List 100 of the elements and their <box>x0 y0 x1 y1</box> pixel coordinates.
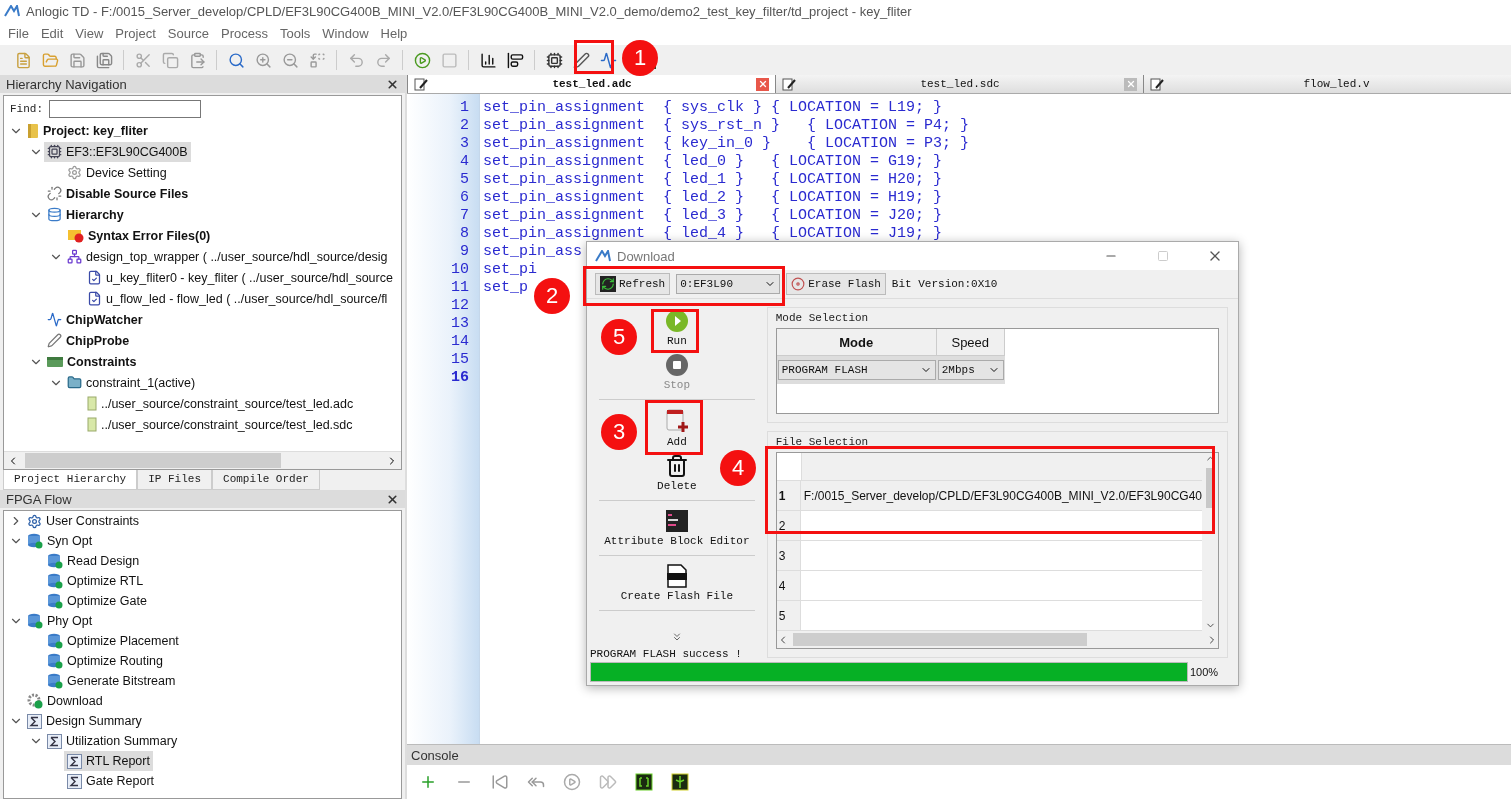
code-line: set_pin_assignment { sys_clk } { LOCATION = L19; } <box>483 99 943 116</box>
mode-select[interactable]: PROGRAM FLASH <box>777 360 936 380</box>
menu-item[interactable]: Process <box>215 24 274 43</box>
plus-icon[interactable] <box>419 773 437 791</box>
editor-icon <box>664 509 689 533</box>
play-icon[interactable] <box>563 773 581 791</box>
line-number: 3 <box>459 135 470 153</box>
hierarchy-icon <box>67 249 82 264</box>
horizontal-scrollbar[interactable] <box>776 631 1218 648</box>
editor-tab[interactable]: flow_led.v <box>1143 75 1511 93</box>
sidebar-action[interactable]: Run <box>664 307 689 349</box>
sidebar-action[interactable]: Add <box>663 406 690 450</box>
tree-item[interactable]: User Constraints <box>24 511 143 531</box>
menu-item[interactable]: File <box>2 24 35 43</box>
edit-file-icon <box>782 77 796 91</box>
line-number: 9 <box>459 243 470 261</box>
sidebar-action[interactable]: Create Flash File <box>620 562 733 604</box>
line-number: 6 <box>459 189 470 207</box>
database-icon <box>47 593 63 609</box>
menu-item[interactable]: Edit <box>34 24 70 43</box>
close-icon[interactable] <box>386 77 399 91</box>
tree-item[interactable]: Optimize RTL <box>44 571 147 591</box>
menu-item[interactable]: Project <box>109 24 162 43</box>
find-field[interactable] <box>49 100 201 118</box>
tree-item[interactable]: Optimize Routing <box>44 651 166 671</box>
menu-item[interactable]: Help <box>374 24 414 43</box>
tree-item[interactable]: ../user_source/constraint_source/test_led.sdc <box>84 414 356 435</box>
tree-item[interactable]: Hierarchy <box>44 204 127 225</box>
tree-item[interactable]: Download <box>24 691 106 711</box>
tree-item[interactable]: Project: key_fliter <box>24 120 151 141</box>
waveform-icon <box>47 312 62 327</box>
row-number: 5 <box>776 601 801 630</box>
database-icon <box>47 673 63 689</box>
tree-item[interactable]: EF3::EF3L90CG400B <box>44 141 191 162</box>
tree-item[interactable]: ../user_source/constraint_source/test_led.adc <box>84 393 357 414</box>
editor-tab[interactable]: test_led.sdc <box>775 75 1143 93</box>
tree-item[interactable]: Gate Report <box>64 771 158 791</box>
refresh-button[interactable]: Refresh <box>595 273 671 295</box>
panel-tab[interactable]: IP Files <box>137 470 213 490</box>
find-label: Find: <box>10 103 43 115</box>
sidebar-action[interactable]: Delete <box>657 452 697 494</box>
skip-back-icon[interactable] <box>491 773 509 791</box>
tree-item[interactable]: Generate Bitstream <box>44 671 179 691</box>
tree-item[interactable]: ChipProbe <box>44 330 133 351</box>
close-icon[interactable] <box>386 492 399 506</box>
highlight-frame <box>645 400 703 455</box>
unlink-icon <box>47 186 62 201</box>
tree-item[interactable]: Disable Source Files <box>44 183 192 204</box>
editor-tab[interactable]: test_led.adc <box>407 75 775 93</box>
tree-item[interactable]: design_top_wrapper ( ../user_source/hdl_source/desig <box>64 246 391 267</box>
play-icon <box>664 309 689 333</box>
code-line: set_pin_assignment { led_2 } { LOCATION = H19; } <box>483 189 943 206</box>
tree-item[interactable]: Optimize Gate <box>44 591 150 611</box>
database-icon <box>27 613 43 629</box>
tree-item[interactable]: Syntax Error Files(0) <box>64 225 214 246</box>
tree-item[interactable]: Design Summary <box>24 711 145 731</box>
tree-item[interactable]: Syn Opt <box>24 531 96 551</box>
panel-tab[interactable]: Project Hierarchy <box>3 470 138 490</box>
gear-icon <box>27 693 43 709</box>
tree-item[interactable]: Read Design <box>44 551 143 571</box>
tree-item[interactable]: u_key_fliter0 - key_fliter ( ../user_source/hdl_source <box>84 267 396 288</box>
table-cell: F:/0015_Server_develop/CPLD/EF3L90CG400B_MINI_V2.0/EF3L90CG40 <box>800 481 1202 510</box>
disc-icon <box>791 277 806 291</box>
sigma-icon <box>67 773 82 789</box>
tree-item[interactable]: Optimize Placement <box>44 631 182 651</box>
tree-item[interactable]: ChipWatcher <box>44 309 146 330</box>
code-line: set_pin_assignment { led_1 } { LOCATION = H20; } <box>483 171 943 188</box>
sidebar-action[interactable]: Attribute Block Editor <box>604 507 750 549</box>
sigma-icon <box>47 733 62 749</box>
tree-item[interactable]: Constraints <box>44 351 140 372</box>
menu-item[interactable]: Source <box>161 24 215 43</box>
code-line: set_p <box>483 279 528 296</box>
highlight-frame <box>651 309 699 353</box>
line-number: 15 <box>450 351 470 369</box>
speed-select[interactable]: 2Mbps <box>937 360 1004 380</box>
app-logo-icon <box>4 5 20 17</box>
device-select[interactable]: 0:EF3L90 <box>676 274 781 294</box>
database-icon <box>47 653 63 669</box>
file-icon <box>87 291 102 306</box>
menu-item[interactable]: View <box>69 24 110 43</box>
line-number: 1 <box>459 99 470 117</box>
panel-tab[interactable]: Compile Order <box>212 470 320 490</box>
tree-item[interactable]: Phy Opt <box>24 611 96 631</box>
sigma-icon <box>67 753 82 769</box>
erase-flash-button[interactable]: Erase Flash <box>786 273 886 295</box>
code-line: set_pin_ass <box>483 243 583 260</box>
status-message: PROGRAM FLASH success ! <box>590 648 743 660</box>
tree-item[interactable]: Device Setting <box>64 162 170 183</box>
tree-item[interactable]: u_flow_led - flow_led ( ../user_source/hdl_source/fl <box>84 288 391 309</box>
menu-item[interactable]: Tools <box>273 24 317 43</box>
fast-forward-icon[interactable] <box>599 773 617 791</box>
expand-icon[interactable] <box>635 773 653 791</box>
horizontal-scrollbar[interactable] <box>4 451 401 469</box>
tree-item[interactable]: Utilization Summary <box>44 731 181 751</box>
menu-item[interactable]: Window <box>316 24 375 43</box>
line-number: 8 <box>459 225 470 243</box>
tree-item[interactable]: constraint_1(active) <box>64 372 199 393</box>
tree-item[interactable]: RTL Report <box>64 751 153 771</box>
edit-file-icon <box>414 77 428 91</box>
collapse-icon[interactable] <box>671 773 689 791</box>
